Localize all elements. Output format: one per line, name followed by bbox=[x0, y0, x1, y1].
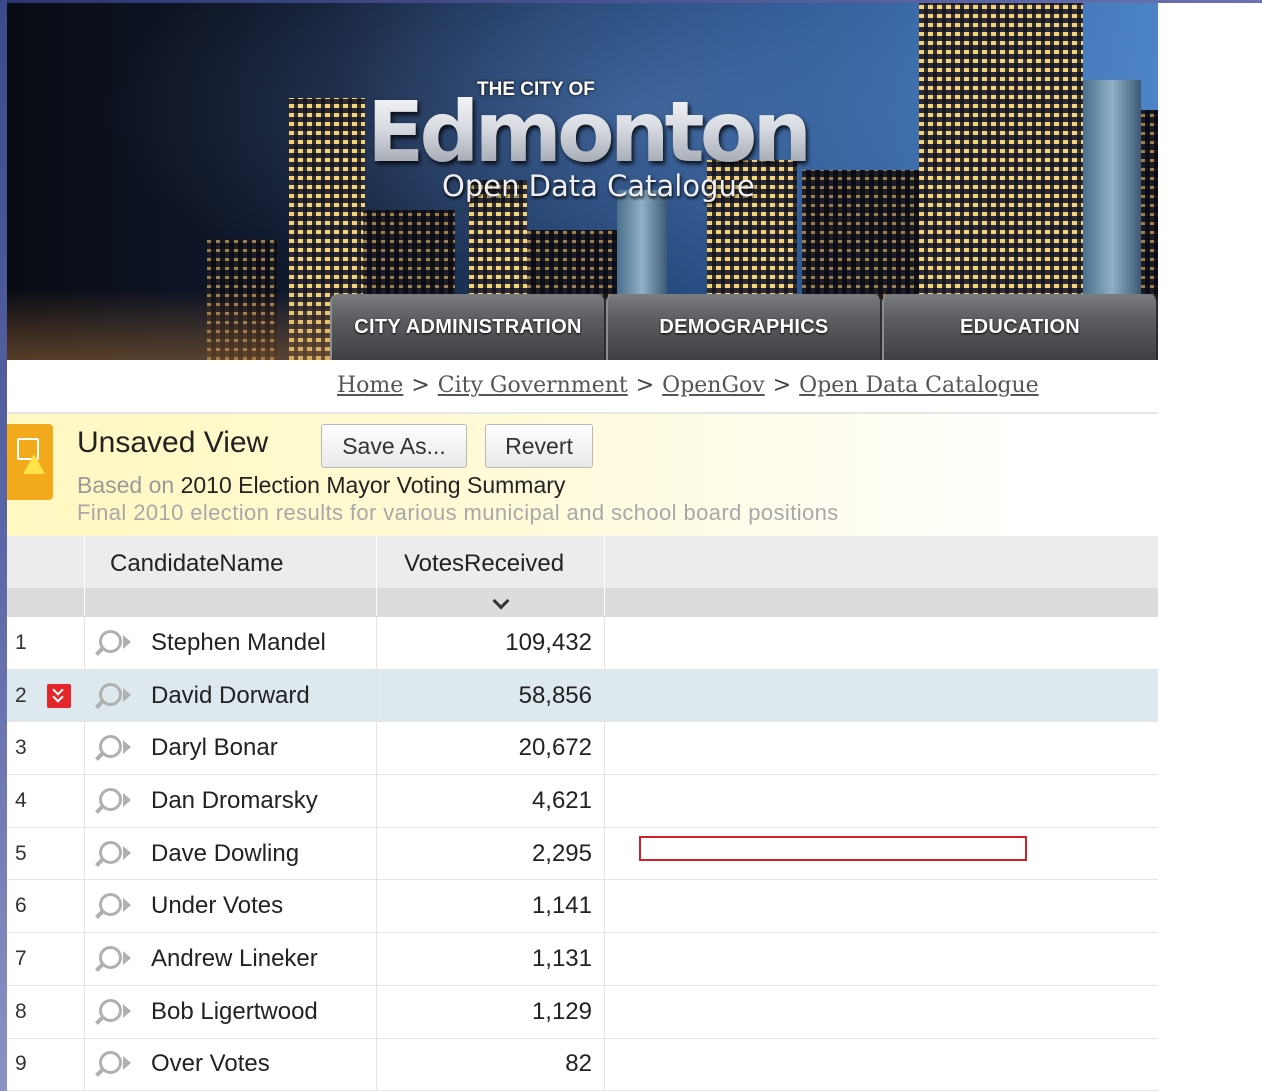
row-number: 5 bbox=[7, 827, 85, 880]
row-details-icon[interactable] bbox=[93, 944, 133, 974]
cell-candidate-name: Under Votes bbox=[85, 880, 377, 933]
dataset-name-link[interactable]: 2010 Election Mayor Voting Summary bbox=[181, 472, 566, 498]
row-details-icon[interactable] bbox=[93, 1049, 133, 1079]
breadcrumb-open-data-catalogue[interactable]: Open Data Catalogue bbox=[799, 373, 1038, 398]
cell-candidate-name: Dave Dowling bbox=[85, 827, 377, 880]
revert-button[interactable]: Revert bbox=[485, 424, 593, 468]
row-number: 1 bbox=[7, 617, 85, 669]
row-number: 4 bbox=[7, 775, 85, 827]
unsaved-view-warning-icon[interactable] bbox=[7, 424, 53, 500]
dataset-description: Final 2010 election results for various … bbox=[77, 500, 839, 525]
candidate-name: Under Votes bbox=[151, 892, 284, 920]
cell-candidate-name: David Dorward bbox=[85, 669, 377, 722]
table-header: CandidateName VotesReceived bbox=[7, 536, 1158, 617]
cell-votes-received: 2,295 bbox=[377, 827, 605, 880]
table-row[interactable]: 2 David Dorward 58,856 bbox=[7, 669, 1158, 723]
save-as-button[interactable]: Save As... bbox=[321, 424, 467, 468]
breadcrumb: Home > City Government > OpenGov > Open Data C… bbox=[337, 373, 1039, 403]
table-row[interactable]: 6 Under Votes 1,141 bbox=[7, 880, 1158, 934]
candidate-name: Andrew Lineker bbox=[151, 944, 318, 972]
row-number-header bbox=[7, 536, 85, 616]
edmonton-logo[interactable]: Edmonton THE CITY OF Open Data Catalogue bbox=[367, 73, 827, 213]
nav-tab-city-administration[interactable]: CITY ADMINISTRATION bbox=[330, 294, 606, 360]
row-number-text: 2 bbox=[15, 683, 27, 707]
candidate-name: Stephen Mandel bbox=[151, 628, 326, 656]
table-row[interactable]: 3 Daryl Bonar 20,672 bbox=[7, 722, 1158, 776]
row-number: 3 bbox=[7, 722, 85, 775]
nav-tab-demographics[interactable]: DEMOGRAPHICS bbox=[606, 294, 882, 360]
candidate-name: David Dorward bbox=[151, 681, 310, 709]
row-details-icon[interactable] bbox=[93, 681, 133, 711]
breadcrumb-separator: > bbox=[635, 373, 655, 398]
candidate-name: Over Votes bbox=[151, 1050, 270, 1078]
cell-votes-received: 1,141 bbox=[377, 880, 605, 933]
warning-icon bbox=[23, 454, 45, 474]
candidate-name: Dan Dromarsky bbox=[151, 786, 318, 814]
cell-candidate-name: Bob Ligertwood bbox=[85, 985, 377, 1038]
cell-candidate-name: Daryl Bonar bbox=[85, 722, 377, 775]
row-details-icon[interactable] bbox=[93, 891, 133, 921]
main-nav: CITY ADMINISTRATION DEMOGRAPHICS EDUCATI… bbox=[330, 294, 1158, 360]
view-info-bar: Unsaved View Save As... Revert Based on … bbox=[7, 414, 1158, 537]
row-menu-icon[interactable] bbox=[47, 683, 71, 708]
row-number: 7 bbox=[7, 933, 85, 985]
cell-candidate-name: Andrew Lineker bbox=[85, 933, 377, 985]
nav-tab-education[interactable]: EDUCATION bbox=[882, 294, 1158, 360]
row-number: 8 bbox=[7, 985, 85, 1038]
highlight-annotation-box bbox=[639, 836, 1027, 861]
row-number: 9 bbox=[7, 1038, 85, 1091]
row-details-icon[interactable] bbox=[93, 786, 133, 816]
cell-votes-received: 82 bbox=[377, 1038, 605, 1091]
table-row[interactable]: 7 Andrew Lineker 1,131 bbox=[7, 933, 1158, 986]
column-header-label: VotesReceived bbox=[404, 550, 565, 577]
cell-candidate-name: Dan Dromarsky bbox=[85, 775, 377, 827]
cell-votes-received: 58,856 bbox=[377, 669, 605, 722]
breadcrumb-city-government[interactable]: City Government bbox=[438, 373, 628, 398]
slide-left-strip bbox=[0, 0, 7, 1091]
cell-votes-received: 4,621 bbox=[377, 775, 605, 827]
cell-candidate-name: Over Votes bbox=[85, 1038, 377, 1091]
row-details-icon[interactable] bbox=[93, 997, 133, 1027]
breadcrumb-opengov[interactable]: OpenGov bbox=[662, 373, 765, 398]
candidate-name: Bob Ligertwood bbox=[151, 997, 318, 1025]
cell-votes-received: 20,672 bbox=[377, 722, 605, 775]
row-details-icon[interactable] bbox=[93, 839, 133, 869]
breadcrumb-separator: > bbox=[772, 373, 792, 398]
row-number: 6 bbox=[7, 880, 85, 933]
column-header-candidatename[interactable]: CandidateName bbox=[85, 536, 377, 616]
data-grid: CandidateName VotesReceived 1 Stephen Ma… bbox=[7, 536, 1158, 1091]
column-header-label: CandidateName bbox=[110, 550, 284, 577]
cell-votes-received: 109,432 bbox=[377, 617, 605, 669]
table-row[interactable]: 1 Stephen Mandel 109,432 bbox=[7, 617, 1158, 670]
table-row[interactable]: 4 Dan Dromarsky 4,621 bbox=[7, 775, 1158, 828]
breadcrumb-separator: > bbox=[411, 373, 430, 398]
row-number: 2 bbox=[7, 669, 85, 722]
row-details-icon[interactable] bbox=[93, 628, 133, 658]
based-on-prefix: Based on bbox=[77, 472, 175, 498]
candidate-name: Daryl Bonar bbox=[151, 734, 278, 762]
table-row[interactable]: 8 Bob Ligertwood 1,129 bbox=[7, 985, 1158, 1039]
sort-descending-icon[interactable] bbox=[492, 592, 510, 610]
cell-votes-received: 1,129 bbox=[377, 985, 605, 1038]
based-on-line: Based on 2010 Election Mayor Voting Summ… bbox=[77, 472, 565, 499]
table-row[interactable]: 9 Over Votes 82 bbox=[7, 1038, 1158, 1091]
row-details-icon[interactable] bbox=[93, 733, 133, 763]
candidate-name: Dave Dowling bbox=[151, 839, 300, 867]
view-title: Unsaved View bbox=[77, 426, 269, 459]
breadcrumb-home[interactable]: Home bbox=[337, 373, 403, 398]
cell-candidate-name: Stephen Mandel bbox=[85, 617, 377, 669]
cell-votes-received: 1,131 bbox=[377, 933, 605, 985]
column-header-votesreceived[interactable]: VotesReceived bbox=[377, 536, 605, 616]
logo-subtitle: Open Data Catalogue bbox=[442, 169, 755, 203]
logo-prefix: THE CITY OF bbox=[477, 79, 595, 100]
